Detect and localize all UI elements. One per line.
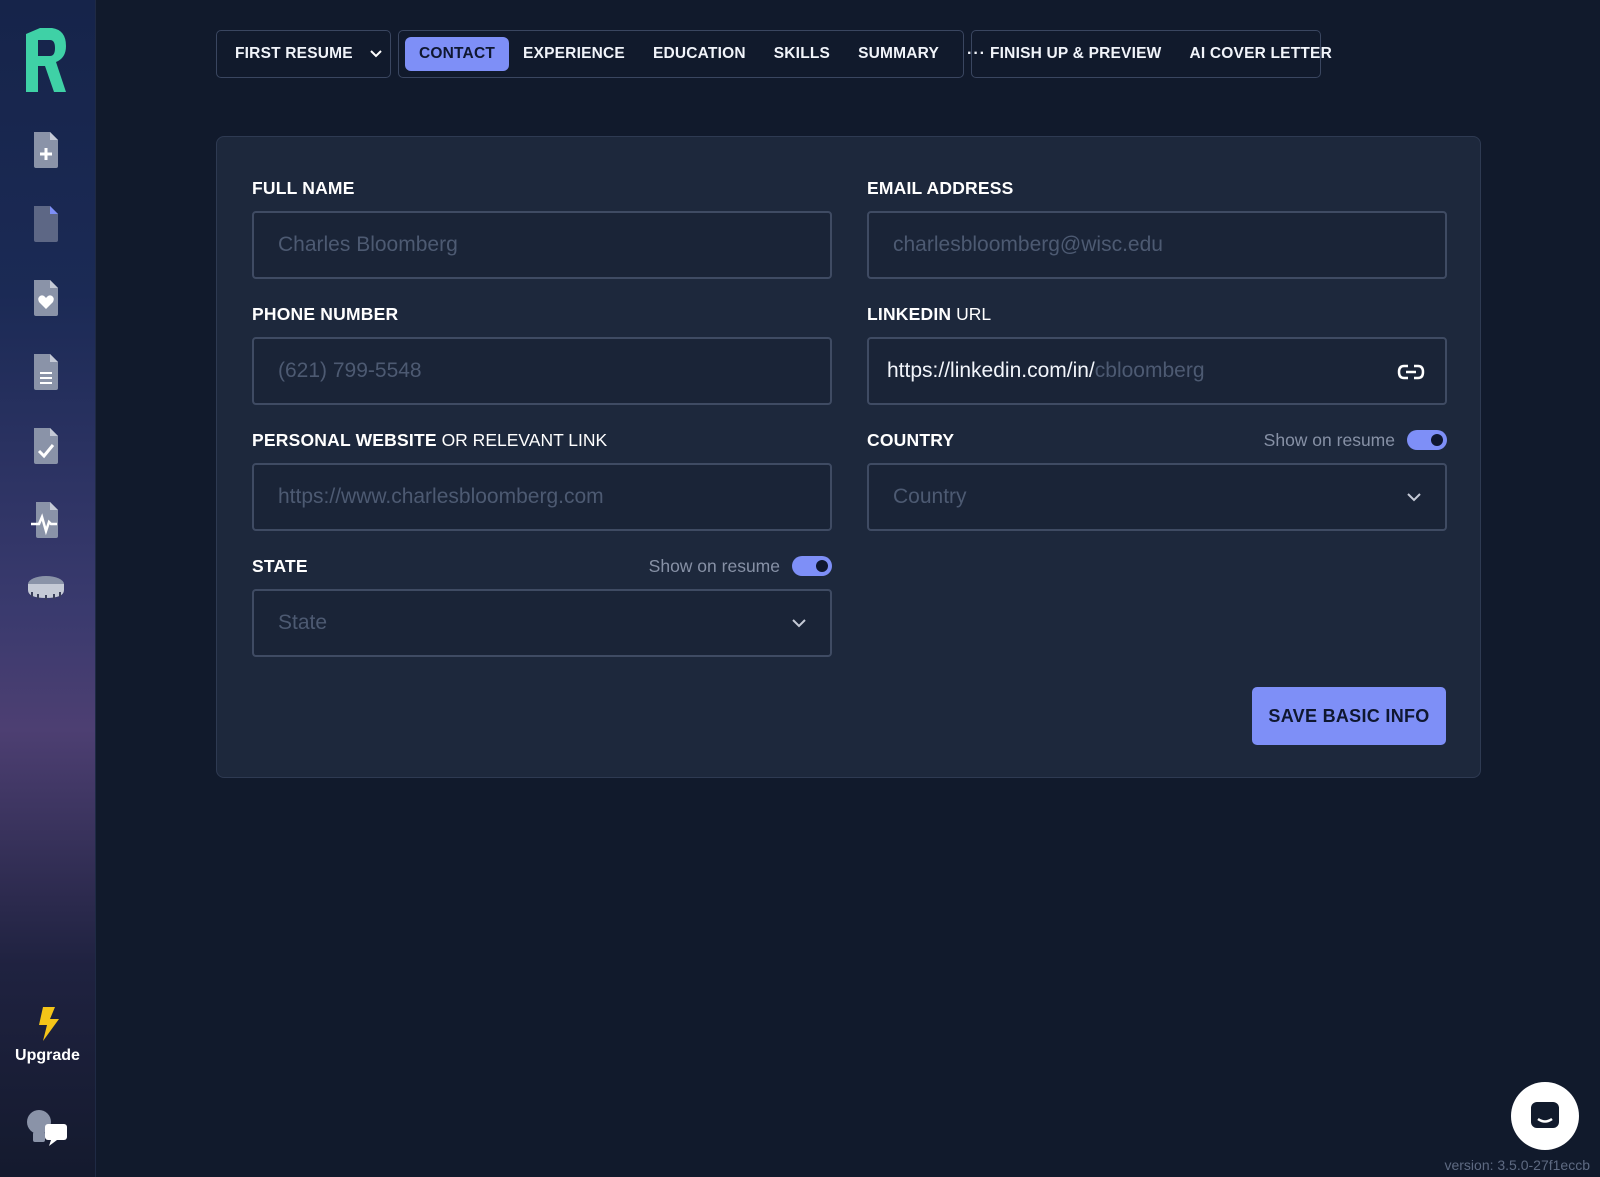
sidebar: Upgrade <box>0 0 96 1177</box>
text-document-icon[interactable] <box>30 352 62 392</box>
link-icon <box>1397 364 1425 380</box>
chat-support-button[interactable] <box>1511 1082 1579 1150</box>
tab-contact[interactable]: CONTACT <box>405 37 510 71</box>
chevron-down-icon <box>1407 493 1421 502</box>
email-input[interactable]: charlesbloomberg@wisc.edu <box>867 211 1447 279</box>
upgrade-button[interactable]: Upgrade <box>0 1005 95 1065</box>
linkedin-prefix: https://linkedin.com/in/ <box>887 359 1095 382</box>
email-field: EMAIL ADDRESS charlesbloomberg@wisc.edu <box>867 177 1447 279</box>
coin-icon[interactable] <box>26 568 66 608</box>
contact-form-card: FULL NAME Charles Bloomberg EMAIL ADDRES… <box>216 136 1481 778</box>
finish-tabs: FINISH UP & PREVIEW AI COVER LETTER <box>971 30 1332 78</box>
state-label: STATE <box>252 555 308 576</box>
chevron-down-icon <box>792 619 806 628</box>
tab-education[interactable]: EDUCATION <box>639 37 760 71</box>
activity-document-icon[interactable] <box>30 500 62 540</box>
new-resume-icon[interactable] <box>30 130 62 170</box>
tab-experience[interactable]: EXPERIENCE <box>509 37 639 71</box>
checked-document-icon[interactable] <box>30 426 62 466</box>
country-label: COUNTRY <box>867 429 955 450</box>
linkedin-placeholder: cbloomberg <box>1094 359 1205 382</box>
resume-selector-label: FIRST RESUME <box>235 45 353 62</box>
full-name-field: FULL NAME Charles Bloomberg <box>252 177 832 279</box>
email-placeholder: charlesbloomberg@wisc.edu <box>893 233 1163 256</box>
state-select[interactable]: State <box>252 589 832 657</box>
country-show-label: Show on resume <box>1263 429 1395 450</box>
country-field: COUNTRY Show on resume Country <box>867 429 1447 531</box>
website-label-bold: PERSONAL WEBSITE <box>252 429 437 450</box>
help-feedback-icon[interactable] <box>25 1108 69 1148</box>
state-show-label: Show on resume <box>648 555 780 576</box>
full-name-placeholder: Charles Bloomberg <box>278 233 458 256</box>
chevron-down-icon <box>370 50 382 58</box>
website-input[interactable]: https://www.charlesbloomberg.com <box>252 463 832 531</box>
version-label: version: 3.5.0-27f1eccb <box>1444 1157 1590 1173</box>
country-select[interactable]: Country <box>867 463 1447 531</box>
upgrade-label: Upgrade <box>15 1047 80 1064</box>
country-placeholder: Country <box>893 485 967 508</box>
phone-placeholder: (621) 799-5548 <box>278 359 422 382</box>
tab-finish-up-preview[interactable]: FINISH UP & PREVIEW <box>976 37 1175 71</box>
tab-ai-cover-letter[interactable]: AI COVER LETTER <box>1175 37 1346 71</box>
linkedin-field: LINKEDIN URL https://linkedin.com/in/cbl… <box>867 303 1447 405</box>
lightning-icon <box>38 1007 59 1041</box>
toggle-knob <box>816 560 828 572</box>
website-placeholder: https://www.charlesbloomberg.com <box>278 485 604 508</box>
linkedin-label-light: URL <box>951 303 992 324</box>
linkedin-label-bold: LINKEDIN <box>867 303 952 324</box>
phone-field: PHONE NUMBER (621) 799-5548 <box>252 303 832 405</box>
full-name-input[interactable]: Charles Bloomberg <box>252 211 832 279</box>
tab-summary[interactable]: SUMMARY <box>844 37 953 71</box>
linkedin-input[interactable]: https://linkedin.com/in/cbloomberg <box>867 337 1447 405</box>
state-show-toggle[interactable] <box>792 556 832 576</box>
email-label: EMAIL ADDRESS <box>867 177 1014 198</box>
tab-skills[interactable]: SKILLS <box>760 37 844 71</box>
document-icon[interactable] <box>30 204 62 244</box>
favorite-document-icon[interactable] <box>30 278 62 318</box>
chat-icon <box>1531 1102 1559 1128</box>
app-logo[interactable] <box>22 26 68 94</box>
phone-input[interactable]: (621) 799-5548 <box>252 337 832 405</box>
country-show-toggle[interactable] <box>1407 430 1447 450</box>
website-label-light: OR RELEVANT LINK <box>436 429 608 450</box>
toggle-knob <box>1431 434 1443 446</box>
resume-selector-dropdown[interactable]: FIRST RESUME <box>216 30 391 78</box>
state-placeholder: State <box>278 611 328 634</box>
section-tabs: CONTACT EXPERIENCE EDUCATION SKILLS SUMM… <box>398 30 985 78</box>
phone-label: PHONE NUMBER <box>252 303 399 324</box>
save-basic-info-button[interactable]: SAVE BASIC INFO <box>1252 687 1446 745</box>
full-name-label: FULL NAME <box>252 177 355 198</box>
website-field: PERSONAL WEBSITE OR RELEVANT LINK https:… <box>252 429 832 531</box>
state-field: STATE Show on resume State <box>252 555 832 657</box>
